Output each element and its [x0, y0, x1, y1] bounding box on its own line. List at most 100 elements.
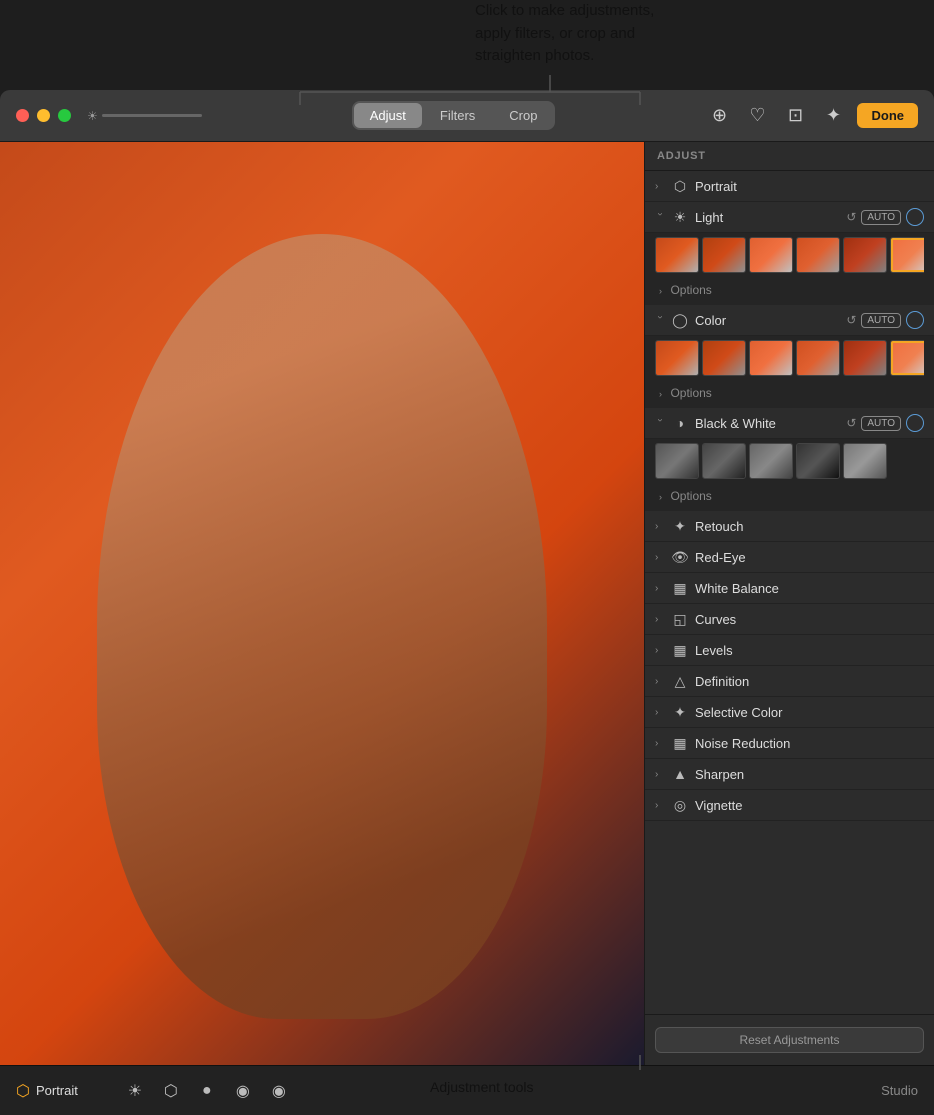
options-chevron-light: ›: [659, 286, 662, 296]
light-icon: ☀: [671, 208, 689, 226]
red-eye-icon: 👁: [671, 548, 689, 566]
traffic-lights: [16, 109, 71, 122]
color-thumb-row: [655, 340, 924, 376]
sidebar-item-curves[interactable]: › ◱ Curves: [645, 604, 934, 635]
maximize-button[interactable]: [58, 109, 71, 122]
tooltip-line3: straighten photos.: [475, 47, 594, 64]
sidebar-item-color[interactable]: › ◯ Color ↺ AUTO: [645, 305, 934, 336]
light-options-label[interactable]: Options: [670, 283, 711, 297]
light-thumb-3[interactable]: [749, 237, 793, 273]
cube-tool-icon[interactable]: ⬡: [160, 1080, 182, 1102]
bw-thumb-1[interactable]: [655, 443, 699, 479]
sidebar-item-sharpen[interactable]: › ▲ Sharpen: [645, 759, 934, 790]
retouch-icon: ✦: [671, 517, 689, 535]
curves-label: Curves: [695, 612, 924, 627]
noise-reduction-label: Noise Reduction: [695, 736, 924, 751]
sidebar-item-vignette[interactable]: › ◎ Vignette: [645, 790, 934, 821]
bw-thumb-2[interactable]: [702, 443, 746, 479]
sidebar-item-retouch[interactable]: › ✦ Retouch: [645, 511, 934, 542]
portrait-mode-label: ⬡ Portrait: [16, 1081, 78, 1101]
bw-toggle[interactable]: [906, 414, 924, 432]
chevron-color: ›: [655, 315, 666, 325]
light-thumb-6[interactable]: [890, 237, 924, 273]
bw-thumb-3[interactable]: [749, 443, 793, 479]
sidebar-item-definition[interactable]: › △ Definition: [645, 666, 934, 697]
light-thumb-2[interactable]: [702, 237, 746, 273]
light-toggle[interactable]: [906, 208, 924, 226]
circle-tool-3-icon[interactable]: ◉: [268, 1080, 290, 1102]
content-area: ADJUST › ⬡ Portrait › ☀ Light ↺ AUTO: [0, 142, 934, 1065]
tab-crop[interactable]: Crop: [493, 103, 553, 128]
light-thumb-row: [655, 237, 924, 273]
color-toggle[interactable]: [906, 311, 924, 329]
sidebar-item-white-balance[interactable]: › ▦ White Balance: [645, 573, 934, 604]
bw-icon: ◑: [671, 414, 689, 432]
chevron-red-eye: ›: [655, 552, 665, 563]
definition-label: Definition: [695, 674, 924, 689]
tab-filters[interactable]: Filters: [424, 103, 491, 128]
brightness-slider-area: ☀: [87, 109, 202, 123]
color-thumb-3[interactable]: [749, 340, 793, 376]
sun-tool-icon[interactable]: ☀: [124, 1080, 146, 1102]
levels-label: Levels: [695, 643, 924, 658]
options-chevron-bw: ›: [659, 492, 662, 502]
bw-label: Black & White: [695, 416, 846, 431]
color-thumb-1[interactable]: [655, 340, 699, 376]
brightness-slider[interactable]: [102, 114, 202, 117]
color-icon: ◯: [671, 311, 689, 329]
color-thumbnails: [645, 336, 934, 380]
chevron-curves: ›: [655, 614, 665, 625]
bw-thumb-4[interactable]: [796, 443, 840, 479]
light-thumb-5[interactable]: [843, 237, 887, 273]
sidebar-item-selective-color[interactable]: › ✦ Selective Color: [645, 697, 934, 728]
vignette-label: Vignette: [695, 798, 924, 813]
heart-icon[interactable]: ♡: [743, 102, 771, 130]
color-thumb-4[interactable]: [796, 340, 840, 376]
sidebar-item-red-eye[interactable]: › 👁 Red-Eye: [645, 542, 934, 573]
tab-adjust[interactable]: Adjust: [354, 103, 422, 128]
reset-adjustments-button[interactable]: Reset Adjustments: [655, 1027, 924, 1053]
bw-thumbnails: [645, 439, 934, 483]
sidebar-item-portrait[interactable]: › ⬡ Portrait: [645, 171, 934, 202]
chevron-white-balance: ›: [655, 583, 665, 594]
selective-color-label: Selective Color: [695, 705, 924, 720]
reset-bw-icon[interactable]: ↺: [846, 416, 856, 430]
chevron-vignette: ›: [655, 800, 665, 811]
color-thumb-2[interactable]: [702, 340, 746, 376]
share-icon[interactable]: ⊡: [781, 102, 809, 130]
light-thumb-4[interactable]: [796, 237, 840, 273]
bw-options-row: › Options: [645, 483, 934, 511]
sidebar-item-levels[interactable]: › ▦ Levels: [645, 635, 934, 666]
bw-options-label[interactable]: Options: [670, 489, 711, 503]
enhance-icon[interactable]: ✦: [819, 102, 847, 130]
light-auto-badge[interactable]: AUTO: [861, 210, 901, 225]
retouch-label: Retouch: [695, 519, 924, 534]
tab-group: Adjust Filters Crop: [352, 101, 556, 130]
circle-tool-2-icon[interactable]: ◉: [232, 1080, 254, 1102]
circle-tool-1-icon[interactable]: ●: [196, 1080, 218, 1102]
light-thumb-1[interactable]: [655, 237, 699, 273]
light-thumbnails: [645, 233, 934, 277]
photo-display: [0, 142, 644, 1065]
sidebar-item-bw[interactable]: › ◑ Black & White ↺ AUTO: [645, 408, 934, 439]
reset-light-icon[interactable]: ↺: [846, 210, 856, 224]
close-button[interactable]: [16, 109, 29, 122]
done-button[interactable]: Done: [857, 103, 918, 128]
tooltip-line1: Click to make adjustments,: [475, 2, 654, 19]
minimize-button[interactable]: [37, 109, 50, 122]
titlebar: ☀ Adjust Filters Crop ⊕ ♡ ⊡ ✦ Done: [0, 90, 934, 142]
color-thumb-5[interactable]: [843, 340, 887, 376]
reset-color-icon[interactable]: ↺: [846, 313, 856, 327]
color-thumb-6[interactable]: [890, 340, 924, 376]
bw-thumb-5[interactable]: [843, 443, 887, 479]
color-options-label[interactable]: Options: [670, 386, 711, 400]
tooltip-line2: apply filters, or crop and: [475, 25, 635, 42]
more-options-icon[interactable]: ⊕: [705, 102, 733, 130]
color-auto-badge[interactable]: AUTO: [861, 313, 901, 328]
chevron-retouch: ›: [655, 521, 665, 532]
bw-auto-badge[interactable]: AUTO: [861, 416, 901, 431]
sidebar-item-light[interactable]: › ☀ Light ↺ AUTO: [645, 202, 934, 233]
sharpen-label: Sharpen: [695, 767, 924, 782]
color-label: Color: [695, 313, 846, 328]
sidebar-item-noise-reduction[interactable]: › ▦ Noise Reduction: [645, 728, 934, 759]
